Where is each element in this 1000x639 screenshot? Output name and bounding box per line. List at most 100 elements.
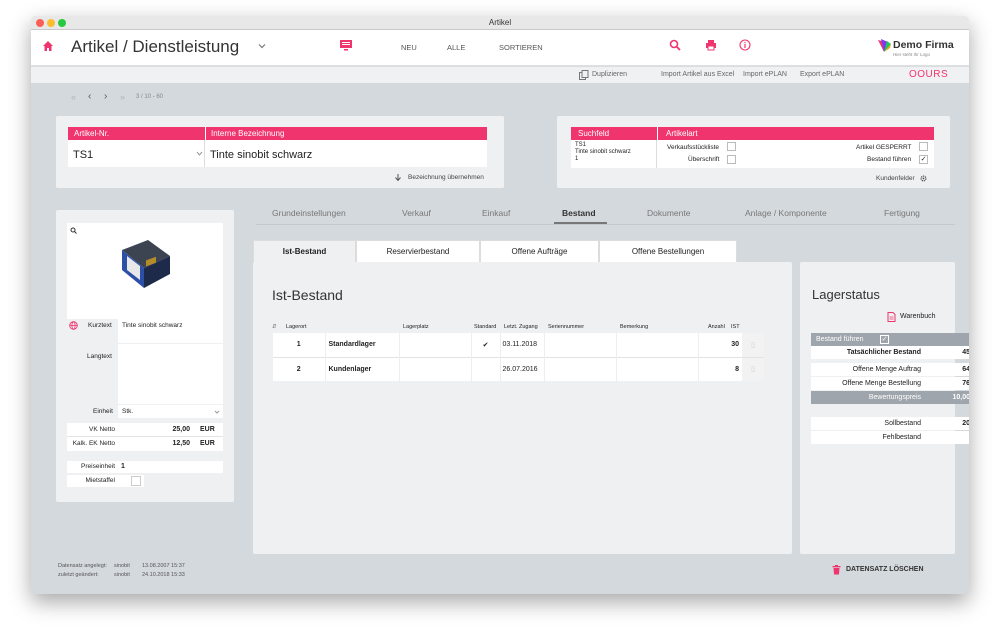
langtext-field[interactable]: [118, 344, 223, 404]
bewertungspreis-row: Bewertungspreis 10,00: [811, 391, 969, 404]
table-row[interactable]: 2 Kundenlager 26.07.2016 8 ▯: [273, 357, 764, 381]
document-icon[interactable]: [887, 312, 896, 322]
first-page-icon[interactable]: «: [71, 92, 76, 102]
tab-bestand[interactable]: Bestand: [562, 208, 596, 218]
company-name: Demo Firma: [893, 39, 954, 51]
vk-value[interactable]: 25,00: [152, 426, 190, 433]
table-row[interactable]: 1 Standardlager ✔ 03.11.2018 30 ▯: [273, 333, 764, 357]
home-icon[interactable]: [42, 40, 54, 52]
suchfeld-line: Tinte sinobit schwarz: [575, 149, 631, 155]
ink-cartridge-image: [122, 240, 170, 288]
cell-anzahl: 8: [735, 365, 739, 373]
col-standard: Standard: [474, 324, 497, 330]
arrow-down-icon[interactable]: [394, 173, 402, 182]
prev-page-icon[interactable]: ‹: [88, 91, 91, 102]
sollbestand-row: Sollbestand 20: [811, 417, 969, 430]
tab-grundeinstellungen[interactable]: Grundeinstellungen: [272, 208, 346, 218]
created-label: Datensatz angelegt:: [58, 563, 107, 569]
cell-standard: [471, 357, 501, 381]
print-icon[interactable]: [705, 39, 717, 51]
trash-icon[interactable]: ▯: [742, 333, 764, 357]
zoom-icon[interactable]: [70, 227, 77, 234]
next-page-icon[interactable]: ›: [104, 91, 107, 102]
cell-lagerplatz: [399, 357, 472, 381]
trash-icon[interactable]: ▯: [742, 357, 764, 381]
trash-icon[interactable]: [832, 565, 841, 575]
cell-bemerkung: [616, 333, 699, 357]
subtab-offene-auftraege[interactable]: Offene Aufträge: [480, 240, 599, 262]
ueberschrift-checkbox[interactable]: [727, 155, 736, 164]
bewertung-value: 10,00: [952, 394, 969, 401]
import-eplan-button[interactable]: Import ePLAN: [743, 71, 787, 78]
article-nr-value: TS1: [73, 149, 94, 161]
chevron-down-icon[interactable]: [196, 150, 203, 157]
delete-record-button[interactable]: DATENSATZ LÖSCHEN: [846, 566, 924, 573]
take-name-button[interactable]: Bezeichnung übernehmen: [408, 174, 484, 181]
suchfeld-line: 1: [575, 156, 579, 162]
tab-dokumente[interactable]: Dokumente: [647, 208, 690, 218]
subtab-reservierbestand[interactable]: Reservierbestand: [356, 240, 480, 262]
company-tagline: Hier steht Ihr Logo: [893, 52, 931, 57]
ist-bestand-heading: Ist-Bestand: [272, 287, 343, 303]
brand-label: OOURS: [909, 69, 949, 80]
article-nr-field[interactable]: TS1: [68, 140, 205, 167]
import-excel-button[interactable]: Import Artikel aus Excel: [661, 71, 734, 78]
row-number: 2: [273, 357, 326, 381]
chevron-down-icon[interactable]: [257, 41, 267, 51]
monitor-icon[interactable]: [339, 39, 353, 51]
nav-new-button[interactable]: NEU: [401, 43, 417, 52]
changed-date: 24.10.2018 15:33: [142, 572, 185, 578]
export-eplan-button[interactable]: Export ePLAN: [800, 71, 844, 78]
col-seriennummer: Seriennummer: [548, 324, 585, 330]
chevron-down-icon[interactable]: [214, 408, 220, 414]
kundenfelder-button[interactable]: Kundenfelder: [876, 175, 915, 182]
tabs-divider: [256, 224, 955, 225]
search-icon[interactable]: [669, 39, 681, 51]
soll-value: 20: [962, 420, 969, 427]
einheit-label: Einheit: [93, 408, 113, 415]
info-icon[interactable]: [739, 39, 751, 51]
artikelart-label: Artikelart: [657, 127, 934, 140]
col-anzahl: Anzahl: [708, 324, 725, 330]
mietstaffel-row: Mietstaffel: [67, 475, 144, 487]
warenbuch-button[interactable]: Warenbuch: [900, 313, 936, 320]
last-page-icon[interactable]: »: [120, 92, 125, 102]
tab-verkauf[interactable]: Verkauf: [402, 208, 431, 218]
intern-field[interactable]: Tinte sinobit schwarz: [205, 140, 487, 167]
cell-bemerkung: [616, 357, 699, 381]
tab-fertigung[interactable]: Fertigung: [884, 208, 920, 218]
subtab-ist-bestand[interactable]: Ist-Bestand: [253, 240, 356, 262]
sort-icon[interactable]: ⇵: [272, 324, 277, 330]
preiseinheit-value[interactable]: 1: [121, 463, 125, 470]
suchfeld-field[interactable]: TS1 Tinte sinobit schwarz 1: [571, 140, 657, 168]
einheit-select[interactable]: Stk.: [118, 405, 223, 418]
zoom-window-button[interactable]: [58, 19, 66, 27]
gesperrt-checkbox[interactable]: [919, 142, 928, 151]
cell-serie: [544, 357, 617, 381]
tab-anlage-komponente[interactable]: Anlage / Komponente: [745, 208, 827, 218]
item-panel: Kurztext Tinte sinobit schwarz Langtext …: [56, 210, 234, 502]
bestand-fuehren-checkbox[interactable]: ✓: [880, 335, 889, 344]
mietstaffel-checkbox[interactable]: [131, 476, 141, 486]
bestand-fuehren-checkbox[interactable]: ✓: [919, 155, 928, 164]
cell-lagerort: Standardlager: [325, 333, 400, 357]
nav-sort-button[interactable]: SORTIEREN: [499, 43, 543, 52]
duplicate-button[interactable]: Duplizieren: [592, 71, 627, 78]
preiseinheit-label: Preiseinheit: [81, 463, 115, 470]
cell-zugang: 03.11.2018: [500, 333, 545, 357]
globe-icon[interactable]: [69, 321, 78, 330]
einheit-value: Stk.: [122, 408, 134, 415]
soll-label: Sollbestand: [884, 420, 921, 427]
gear-icon[interactable]: [919, 174, 928, 183]
tab-einkauf[interactable]: Einkauf: [482, 208, 510, 218]
vk-label: VK Netto: [88, 426, 115, 433]
minimize-window-button[interactable]: [47, 19, 55, 27]
search-card: Suchfeld Artikelart TS1 Tinte sinobit sc…: [557, 116, 950, 188]
verkaufsstueckliste-checkbox[interactable]: [727, 142, 736, 151]
close-window-button[interactable]: [36, 19, 44, 27]
nav-all-button[interactable]: ALLE: [447, 43, 465, 52]
subtab-offene-bestellungen[interactable]: Offene Bestellungen: [599, 240, 737, 262]
ek-value[interactable]: 12,50: [152, 440, 190, 447]
kurztext-field[interactable]: Tinte sinobit schwarz: [118, 319, 223, 343]
duplicate-icon[interactable]: [579, 70, 589, 80]
